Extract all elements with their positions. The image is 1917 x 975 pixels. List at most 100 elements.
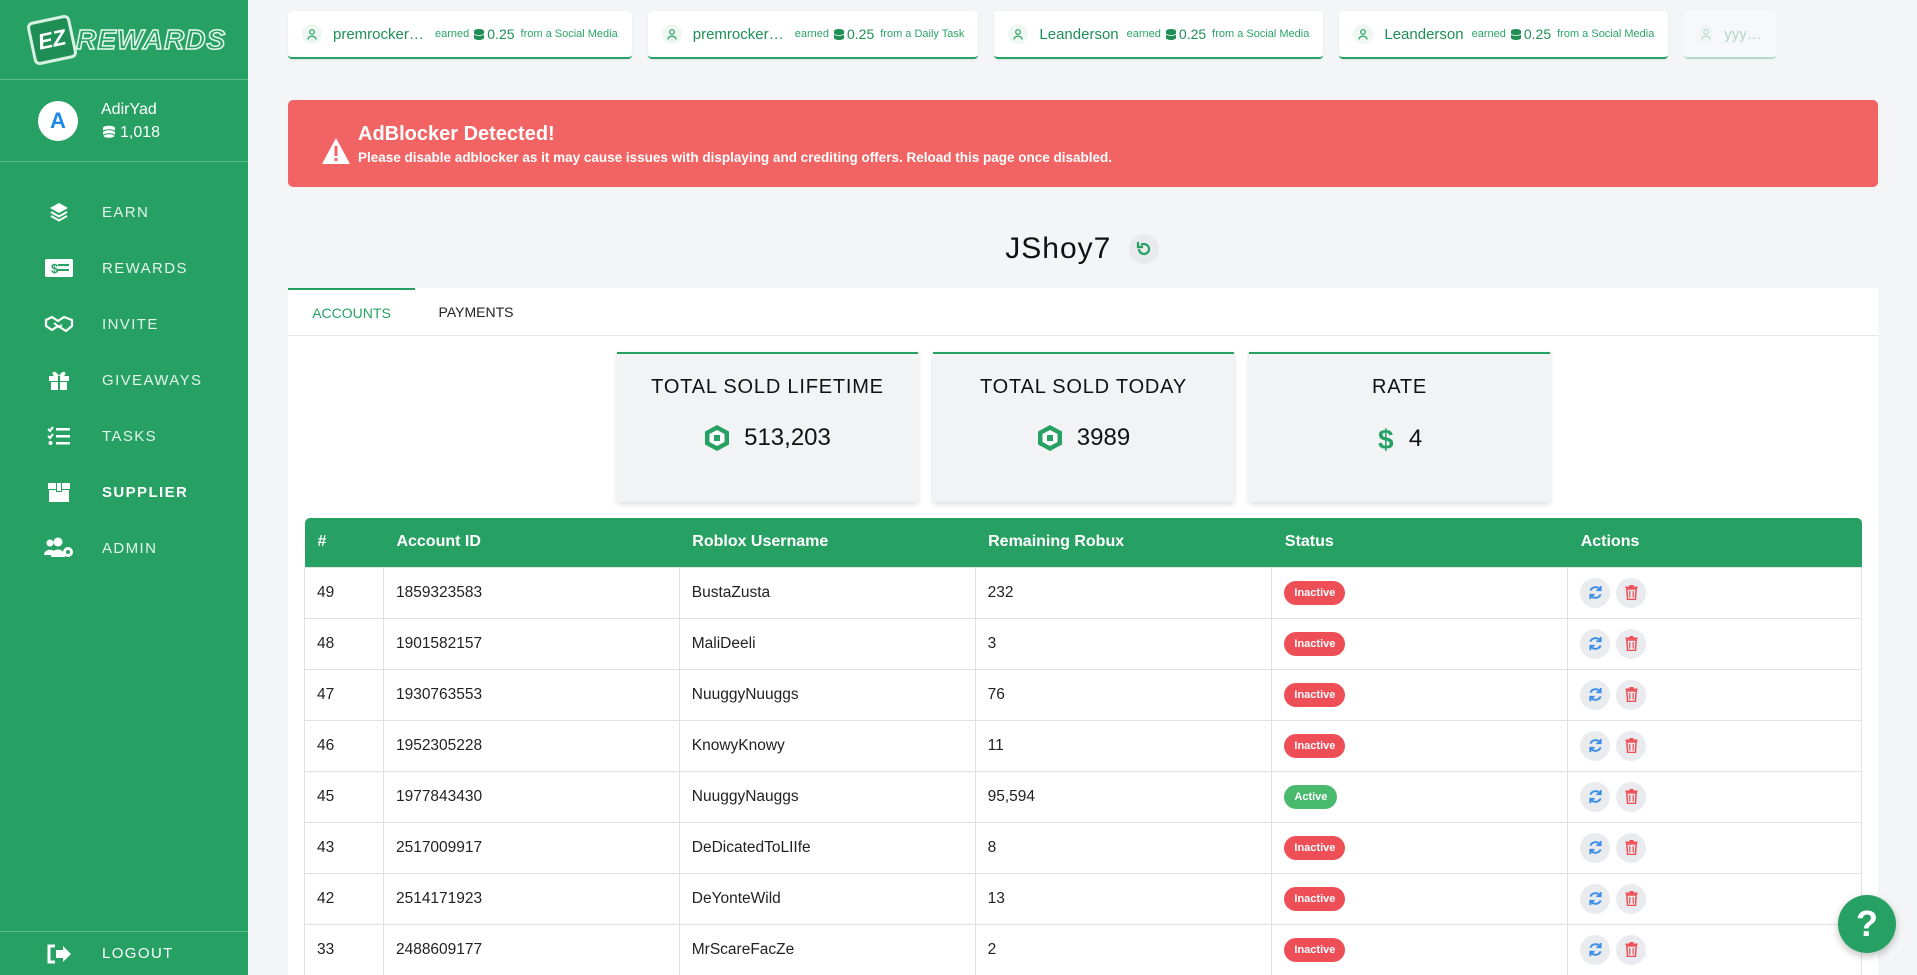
supplier-name: JShoy7 <box>1005 232 1112 266</box>
coins-icon <box>833 28 845 40</box>
coins-icon <box>1165 28 1177 40</box>
refresh-icon <box>1589 687 1602 702</box>
status-badge: Inactive <box>1284 886 1346 911</box>
delete-account-button[interactable] <box>1616 730 1647 761</box>
sidebar: EZ REWARDS A AdirYad 1,018 EARN $ REWARD… <box>0 0 248 975</box>
refresh-account-button[interactable] <box>1580 577 1611 608</box>
cell-username: BustaZusta <box>678 566 976 619</box>
sidebar-item-label: SUPPLIER <box>102 483 189 501</box>
cell-robux: 95,594 <box>974 770 1273 823</box>
tab-accounts[interactable]: ACCOUNTS <box>288 288 415 336</box>
col-header-account-id: Account ID <box>383 518 680 567</box>
cell-username: DeDicatedToLIIfe <box>678 821 976 874</box>
refresh-icon <box>1136 242 1150 256</box>
table-row: 33 2488609177 MrScareFacZe 2 Inactive <box>304 923 1862 975</box>
delete-account-button[interactable] <box>1616 832 1647 863</box>
user-card: A AdirYad 1,018 <box>0 80 248 162</box>
cell-account-id: 2488609177 <box>382 923 680 975</box>
delete-account-button[interactable] <box>1616 679 1647 710</box>
cell-account-id: 1977843430 <box>382 770 680 823</box>
alert-title: AdBlocker Detected! <box>358 122 555 145</box>
delete-account-button[interactable] <box>1616 883 1647 914</box>
accounts-table: # Account ID Roblox Username Remaining R… <box>304 518 1862 975</box>
ticker-source: from a Daily Task <box>880 28 965 40</box>
table-row: 42 2514171923 DeYonteWild 13 Inactive <box>304 872 1862 925</box>
balance-value: 1,018 <box>120 123 161 141</box>
ticker-amount-value: 0.25 <box>487 26 515 42</box>
refresh-account-button[interactable] <box>1580 781 1611 812</box>
logout-button[interactable]: LOGOUT <box>0 931 248 975</box>
delete-account-button[interactable] <box>1616 577 1647 608</box>
help-button[interactable]: ? <box>1838 895 1896 953</box>
ticker-source: from a Social Media <box>1212 28 1310 40</box>
col-header-robux: Remaining Robux <box>975 518 1272 567</box>
ticker-amount-value: 0.25 <box>847 26 875 42</box>
refresh-account-button[interactable] <box>1580 832 1611 863</box>
tab-payments[interactable]: PAYMENTS <box>415 288 537 336</box>
warning-icon <box>322 137 350 164</box>
trash-icon <box>1625 942 1638 957</box>
stat-card-rate: RATE $ 4 <box>1249 352 1550 502</box>
brand-logo[interactable]: EZ REWARDS <box>0 0 248 80</box>
user-icon <box>1353 24 1374 44</box>
cell-actions <box>1567 719 1862 772</box>
ticker-amount: 0.25 <box>473 26 515 42</box>
robux-icon <box>705 425 730 451</box>
cell-account-id: 1930763553 <box>382 668 680 721</box>
layers-icon <box>44 201 74 223</box>
stat-card-today: TOTAL SOLD TODAY 3989 <box>933 352 1234 502</box>
trash-icon <box>1625 636 1638 651</box>
user-info: AdirYad 1,018 <box>101 98 160 144</box>
trash-icon <box>1625 789 1638 804</box>
refresh-account-button[interactable] <box>1580 730 1611 761</box>
cell-actions <box>1567 668 1862 721</box>
ticker-amount: 0.25 <box>1510 26 1551 42</box>
earnings-ticker: premrockerp... earned 0.25 from a Social… <box>288 11 1777 59</box>
cell-status: Inactive <box>1271 668 1569 721</box>
table-row: 45 1977843430 NuuggyNauggs 95,594 Active <box>304 770 1862 823</box>
cell-robux: 8 <box>974 821 1273 874</box>
ticker-item: Leanderson earned 0.25 from a Social Med… <box>994 11 1324 59</box>
cell-number: 43 <box>304 821 384 874</box>
stat-value-row: $ 4 <box>1249 424 1550 454</box>
trash-icon <box>1625 840 1638 855</box>
box-icon <box>44 481 74 503</box>
delete-account-button[interactable] <box>1616 628 1647 659</box>
stat-value-row: 513,203 <box>617 424 918 452</box>
cell-actions <box>1567 923 1862 975</box>
cell-robux: 3 <box>974 617 1273 670</box>
user-icon <box>1008 24 1029 44</box>
refresh-account-button[interactable] <box>1580 628 1611 659</box>
sidebar-item-invite[interactable]: INVITE <box>0 296 248 352</box>
refresh-account-button[interactable] <box>1580 883 1611 914</box>
delete-account-button[interactable] <box>1616 781 1647 812</box>
users-cog-icon <box>44 537 74 559</box>
cell-robux: 11 <box>974 719 1273 772</box>
sidebar-item-giveaways[interactable]: GIVEAWAYS <box>0 352 248 408</box>
adblocker-alert: AdBlocker Detected! Please disable adblo… <box>288 100 1878 187</box>
cell-status: Inactive <box>1271 617 1569 670</box>
cell-number: 47 <box>304 668 384 721</box>
ticker-username: premrockerp... <box>333 25 427 43</box>
refresh-supplier-button[interactable] <box>1128 234 1159 265</box>
sidebar-item-admin[interactable]: ADMIN <box>0 520 248 576</box>
status-badge: Inactive <box>1284 682 1346 707</box>
logo-badge: EZ <box>25 13 79 66</box>
refresh-account-button[interactable] <box>1580 679 1611 710</box>
refresh-icon <box>1589 840 1602 855</box>
cell-account-id: 2514171923 <box>382 872 680 925</box>
sidebar-item-tasks[interactable]: TASKS <box>0 408 248 464</box>
cell-username: NuuggyNauggs <box>678 770 976 823</box>
robux-icon <box>1037 425 1062 451</box>
sidebar-item-supplier[interactable]: SUPPLIER <box>0 464 248 520</box>
delete-account-button[interactable] <box>1616 934 1647 965</box>
refresh-account-button[interactable] <box>1580 934 1611 965</box>
ticker-item: premrockerp... earned 0.25 from a Daily … <box>647 11 979 59</box>
coins-icon <box>1510 28 1522 40</box>
refresh-icon <box>1589 891 1602 906</box>
col-header-status: Status <box>1271 518 1568 567</box>
table-row: 46 1952305228 KnowyKnowy 11 Inactive <box>304 719 1862 772</box>
cell-status: Inactive <box>1271 923 1569 975</box>
cell-status: Active <box>1271 770 1569 823</box>
sidebar-item-label: EARN <box>102 203 150 221</box>
